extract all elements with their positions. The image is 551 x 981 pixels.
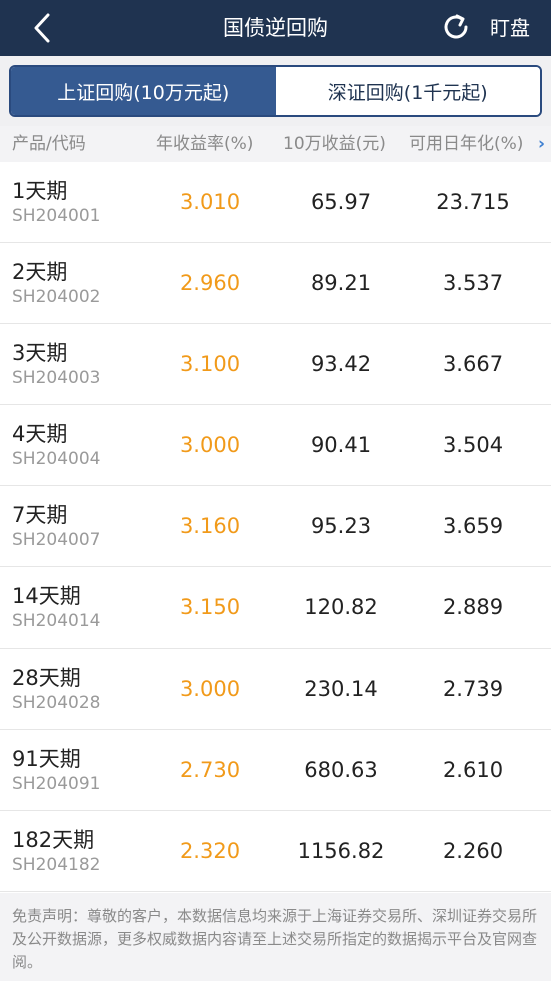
product-code: SH204003 [12,368,101,389]
usable-day-annualized: 3.504 [442,433,504,458]
table-row[interactable]: 28天期 SH204028 3.000 230.14 2.739 [0,648,551,730]
table-row[interactable]: 91天期 SH204091 2.730 680.63 2.610 [0,729,551,811]
market-tabs: 上证回购(10万元起) 深证回购(1千元起) [9,65,542,117]
annual-rate: 2.960 [179,271,241,296]
chevron-right-icon[interactable]: › [538,126,545,162]
income-per-100k: 120.82 [304,595,378,620]
tab-shanghai-repo[interactable]: 上证回购(10万元起) [11,67,276,115]
market-tabs-bar: 上证回购(10万元起) 深证回购(1千元起) [0,56,551,126]
table-row[interactable]: 7天期 SH204007 3.160 95.23 3.659 [0,486,551,568]
annual-rate: 3.160 [179,514,241,539]
product-code: SH204182 [12,854,101,875]
product-code: SH204007 [12,530,101,551]
product-code: SH204002 [12,287,101,308]
usable-day-annualized: 3.667 [442,352,504,377]
income-per-100k: 89.21 [310,271,372,296]
column-income[interactable]: 10万收益(元) [283,126,386,162]
annual-rate: 3.000 [179,433,241,458]
income-per-100k: 65.97 [310,190,372,214]
repo-list: 1天期 SH204001 3.010 65.97 23.715 2天期 SH20… [0,162,551,892]
product-name: 3天期 [12,341,68,366]
disclaimer-text: 免责声明：尊敬的客户，本数据信息均来源于上海证券交易所、深圳证券交易所及公开数据… [0,893,551,981]
product-code: SH204001 [12,206,101,226]
column-rate[interactable]: 年收益率(%) [156,126,253,162]
table-header: 产品/代码 年收益率(%) 10万收益(元) 可用日年化(%) › [0,126,551,162]
column-annual[interactable]: 可用日年化(%) [409,126,523,162]
product-name: 91天期 [12,746,81,771]
usable-day-annualized: 2.889 [442,595,504,620]
annual-rate: 2.320 [179,838,241,863]
back-icon[interactable] [26,10,62,46]
tab-shenzhen-repo[interactable]: 深证回购(1千元起) [275,67,540,115]
product-name: 182天期 [12,827,95,852]
product-name: 28天期 [12,665,81,690]
product-code: SH204091 [12,773,101,794]
income-per-100k: 1156.82 [297,838,385,863]
table-row[interactable]: 4天期 SH204004 3.000 90.41 3.504 [0,405,551,487]
product-name: 2天期 [12,260,68,285]
usable-day-annualized: 23.715 [436,190,510,214]
usable-day-annualized: 3.659 [442,514,504,539]
table-row[interactable]: 14天期 SH204014 3.150 120.82 2.889 [0,567,551,649]
annual-rate: 3.010 [179,190,241,214]
annual-rate: 3.000 [179,676,241,701]
table-row[interactable]: 182天期 SH204182 2.320 1156.82 2.260 [0,810,551,892]
income-per-100k: 680.63 [304,757,378,782]
income-per-100k: 230.14 [304,676,378,701]
product-code: SH204028 [12,692,101,713]
product-name: 7天期 [12,503,68,528]
income-per-100k: 93.42 [310,352,372,377]
table-row[interactable]: 1天期 SH204001 3.010 65.97 23.715 [0,162,551,244]
watch-button[interactable]: 盯盘 [490,0,530,56]
product-name: 1天期 [12,179,68,203]
table-row[interactable]: 2天期 SH204002 2.960 89.21 3.537 [0,243,551,325]
usable-day-annualized: 3.537 [442,271,504,296]
top-bar: 国债逆回购 盯盘 [0,0,551,56]
income-per-100k: 95.23 [310,514,372,539]
usable-day-annualized: 2.610 [442,757,504,782]
product-code: SH204004 [12,449,101,470]
income-per-100k: 90.41 [310,433,372,458]
usable-day-annualized: 2.260 [442,838,504,863]
product-name: 4天期 [12,422,68,447]
usable-day-annualized: 2.739 [442,676,504,701]
product-code: SH204014 [12,611,101,632]
annual-rate: 3.150 [179,595,241,620]
table-row[interactable]: 3天期 SH204003 3.100 93.42 3.667 [0,324,551,406]
annual-rate: 3.100 [179,352,241,377]
column-product: 产品/代码 [12,134,86,154]
annual-rate: 2.730 [179,757,241,782]
product-name: 14天期 [12,584,81,609]
refresh-icon[interactable] [440,11,472,43]
